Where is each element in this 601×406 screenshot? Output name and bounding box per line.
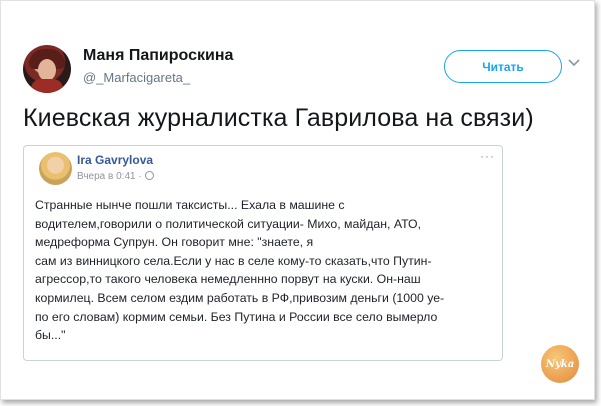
author-avatar[interactable] [23, 45, 71, 93]
author-name[interactable]: Маня Папироскина [83, 47, 233, 65]
watermark-logo: Nyka [541, 345, 579, 383]
follow-button[interactable]: Читать [444, 50, 562, 83]
author-handle[interactable]: @_Marfacigareta_ [83, 70, 190, 85]
post-line: кормилец. Всем селом ездим работать в РФ… [35, 290, 445, 305]
post-line: Странные нынче пошли таксисты... Ехала в… [35, 198, 345, 212]
post-timestamp[interactable]: Вчера в 0:41 · [77, 171, 142, 182]
chevron-down-icon[interactable] [566, 57, 582, 71]
tweet-card: Маня Папироскина @_Marfacigareta_ Читать… [0, 0, 595, 400]
post-line: водителем,говорили о политической ситуац… [35, 216, 422, 231]
post-line: сам из винницкого села.Если у нас в селе… [35, 253, 432, 268]
post-line: медреформа Супрун. Он говорит мне: "знае… [35, 235, 314, 250]
tweet-text: Киевская журналистка Гаврилова на связи) [23, 104, 534, 132]
post-line: бы..." [35, 328, 66, 343]
post-line: агрессор,то такого человека немедленнно … [35, 272, 421, 287]
post-author-name[interactable]: Ira Gavrylova [77, 153, 153, 167]
post-line: по его словам) кормим семьи. Без Путина … [35, 309, 438, 324]
more-options-button[interactable]: ··· [480, 149, 495, 163]
post-time[interactable]: Вчера в 0:41 · [77, 171, 154, 182]
post-author-avatar[interactable] [39, 152, 72, 185]
embedded-post[interactable]: Ira Gavrylova Вчера в 0:41 · ··· Странны… [23, 145, 503, 361]
globe-icon [144, 171, 154, 180]
post-body: Странные нынче пошли таксисты... Ехала в… [35, 196, 497, 345]
